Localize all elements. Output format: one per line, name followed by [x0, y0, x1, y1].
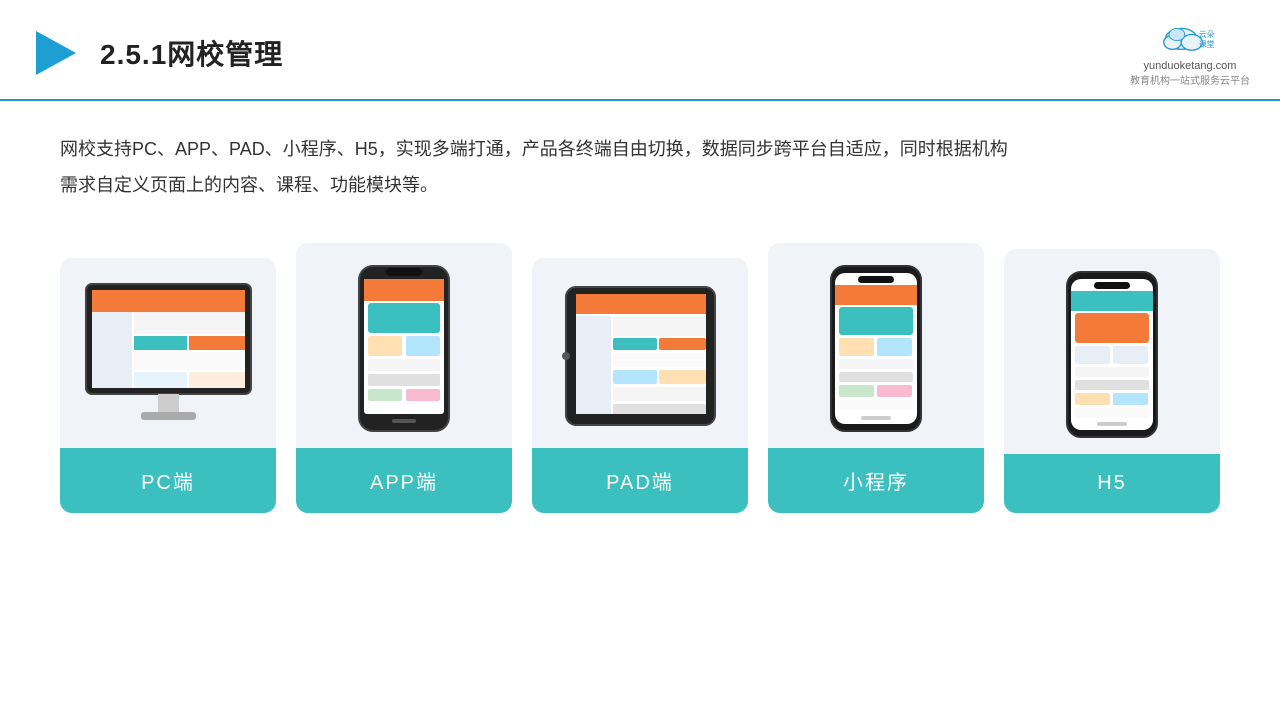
play-icon — [30, 27, 82, 79]
pad-mockup — [558, 279, 723, 434]
h5-mockup — [1062, 267, 1162, 442]
cards-area: PC端 APP端 — [0, 213, 1280, 533]
card-miniprogram-label: 小程序 — [768, 448, 984, 513]
card-miniprogram: 小程序 — [768, 243, 984, 513]
logo-domain: yunduoketang.com — [1144, 60, 1237, 72]
logo-area: 云朵 课堂 yunduoketang.com 教育机构一站式服务云平台 — [1130, 18, 1250, 87]
card-app-image — [296, 243, 512, 448]
card-pc-image — [60, 258, 276, 448]
logo-tagline: 教育机构一站式服务云平台 — [1130, 72, 1250, 87]
description: 网校支持PC、APP、PAD、小程序、H5，实现多端打通，产品各终端自由切换，数… — [0, 101, 1280, 213]
page-title: 2.5.1网校管理 — [100, 33, 283, 73]
card-pad-label: PAD端 — [532, 448, 748, 513]
card-app-label: APP端 — [296, 448, 512, 513]
card-app: APP端 — [296, 243, 512, 513]
svg-text:云朵: 云朵 — [1199, 30, 1215, 39]
logo-icon: 云朵 课堂 — [1155, 18, 1225, 58]
description-line1: 网校支持PC、APP、PAD、小程序、H5，实现多端打通，产品各终端自由切换，数… — [60, 131, 1220, 167]
card-pad-image — [532, 258, 748, 448]
svg-text:课堂: 课堂 — [1199, 39, 1215, 49]
miniprogram-mockup — [826, 261, 926, 436]
card-h5-label: H5 — [1004, 454, 1220, 513]
card-pad: PAD端 — [532, 258, 748, 513]
header: 2.5.1网校管理 云朵 课堂 yunduoketang.com 教育机构一站式… — [0, 0, 1280, 101]
card-pc-label: PC端 — [60, 448, 276, 513]
card-h5-image — [1004, 249, 1220, 454]
header-left: 2.5.1网校管理 — [30, 27, 283, 79]
card-pc: PC端 — [60, 258, 276, 513]
description-line2: 需求自定义页面上的内容、课程、功能模块等。 — [60, 167, 1220, 203]
card-h5: H5 — [1004, 249, 1220, 513]
pc-mockup — [76, 279, 261, 434]
card-miniprogram-image — [768, 243, 984, 448]
app-mockup — [354, 261, 454, 436]
